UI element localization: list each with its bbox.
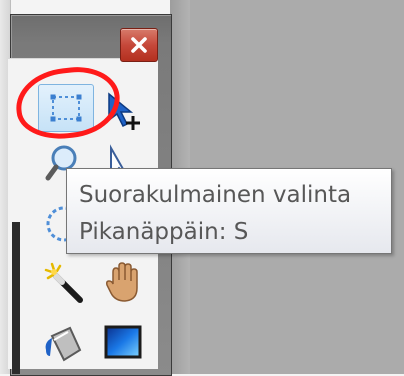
gradient-icon [104, 325, 142, 359]
close-x-icon [131, 37, 147, 53]
tool-tooltip: Suorakulmainen valinta Pikanäppäin: S [66, 168, 392, 254]
tooltip-shortcut: Pikanäppäin: S [79, 219, 249, 245]
tools-window-side-bar [12, 222, 20, 374]
tooltip-title: Suorakulmainen valinta [79, 182, 352, 208]
gradient-tool[interactable] [100, 318, 146, 366]
magic-wand-icon [44, 262, 83, 303]
hand-icon [106, 262, 138, 302]
close-button[interactable] [120, 28, 158, 62]
magic-wand-tool[interactable] [40, 258, 88, 306]
paint-bucket-icon [45, 326, 82, 362]
paint-bucket-tool[interactable] [40, 318, 88, 366]
pan-tool[interactable] [100, 258, 146, 306]
